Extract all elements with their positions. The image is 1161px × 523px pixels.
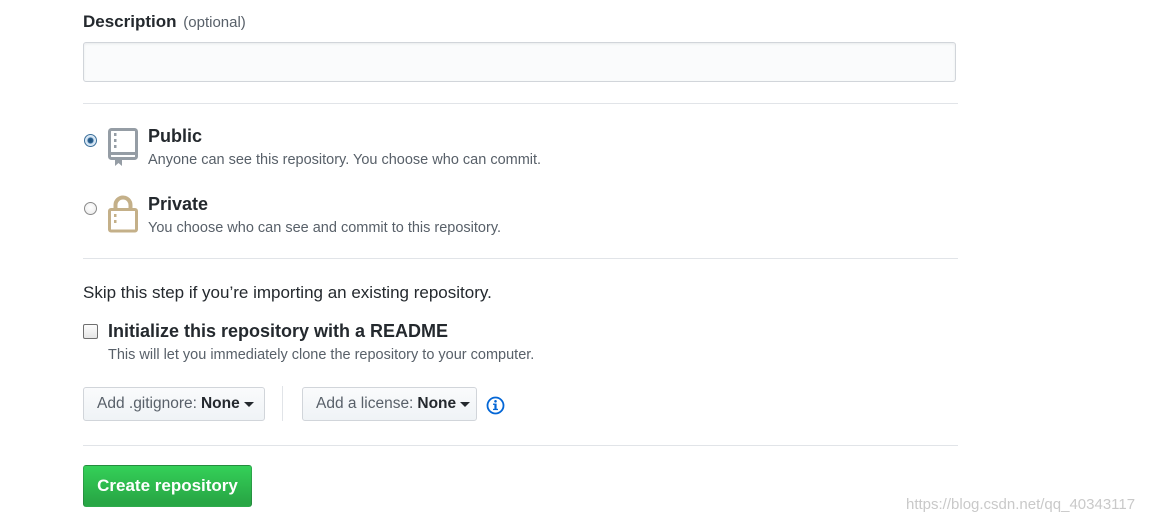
description-label-text: Description — [83, 12, 177, 31]
vertical-divider — [282, 386, 283, 421]
readme-label[interactable]: Initialize this repository with a README — [108, 321, 448, 342]
gitignore-label: Add .gitignore: — [97, 395, 197, 412]
create-repository-button[interactable]: Create repository — [83, 465, 252, 507]
lock-icon — [108, 195, 138, 233]
private-title: Private — [148, 194, 209, 214]
watermark: https://blog.csdn.net/qq_40343117 — [906, 496, 1136, 513]
public-title: Public — [148, 126, 203, 146]
divider — [83, 258, 958, 259]
public-note: Anyone can see this repository. You choo… — [148, 152, 542, 168]
license-select-button[interactable]: Add a license: None — [302, 387, 477, 421]
divider — [83, 103, 958, 104]
description-input[interactable] — [83, 42, 956, 82]
private-note: You choose who can see and commit to thi… — [148, 220, 502, 236]
private-radio[interactable] — [84, 202, 97, 215]
skip-step-text: Skip this step if you’re importing an ex… — [83, 283, 492, 302]
description-label: Description (optional) — [83, 12, 246, 32]
divider — [83, 445, 958, 446]
gitignore-select-button[interactable]: Add .gitignore: None — [83, 387, 265, 421]
public-radio[interactable] — [84, 134, 97, 147]
repo-icon — [108, 128, 138, 167]
readme-note: This will let you immediately clone the … — [108, 347, 535, 363]
caret-down-icon — [460, 402, 471, 407]
description-optional-hint: (optional) — [183, 14, 246, 31]
info-icon[interactable] — [486, 396, 505, 420]
gitignore-value: None — [200, 395, 240, 412]
readme-checkbox[interactable] — [83, 324, 98, 339]
license-value: None — [417, 395, 457, 412]
license-label: Add a license: — [316, 395, 414, 412]
caret-down-icon — [243, 402, 254, 407]
